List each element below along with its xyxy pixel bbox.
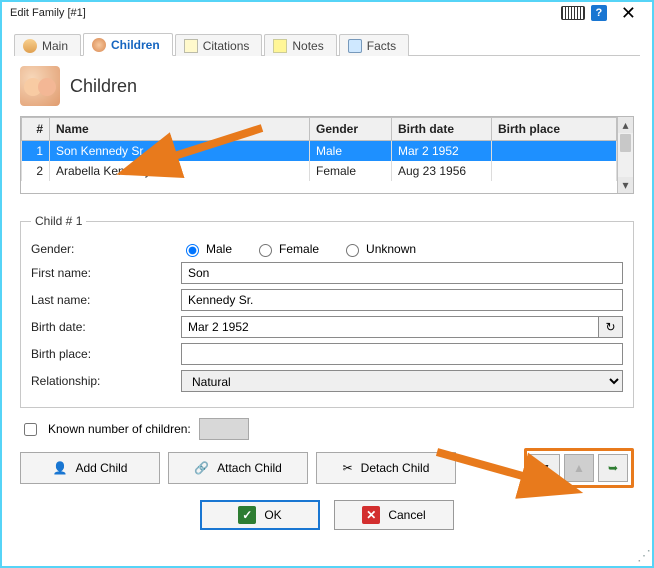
chevron-up-icon: ▲ — [573, 461, 585, 475]
birth-date-field[interactable] — [181, 316, 599, 338]
attach-child-label: Attach Child — [217, 461, 282, 475]
cell-gender: Female — [310, 161, 392, 181]
col-birth-place[interactable]: Birth place — [492, 118, 617, 141]
tab-bar: Main Children Citations Notes Facts — [14, 30, 640, 56]
radio-female-input[interactable] — [259, 244, 272, 257]
col-num[interactable]: # — [22, 118, 50, 141]
page-title: Children — [70, 76, 137, 97]
window-title: Edit Family [#1] — [10, 7, 561, 19]
date-repeat-button[interactable]: ↻ — [599, 316, 623, 338]
tab-children-label: Children — [111, 38, 160, 52]
detail-legend: Child # 1 — [31, 214, 86, 228]
tab-facts-label: Facts — [367, 39, 396, 53]
known-children-label: Known number of children: — [48, 422, 191, 436]
tab-notes-label: Notes — [292, 39, 323, 53]
cell-num: 2 — [22, 161, 50, 181]
tab-facts[interactable]: Facts — [339, 34, 409, 56]
cell-birth-place — [492, 141, 617, 162]
cell-birth-date: Mar 2 1952 — [392, 141, 492, 162]
label-gender: Gender: — [31, 242, 181, 256]
radio-male[interactable]: Male — [181, 241, 232, 257]
check-icon: ✓ — [238, 506, 256, 524]
children-avatar-icon — [20, 66, 60, 106]
radio-male-input[interactable] — [186, 244, 199, 257]
close-icon[interactable]: ✕ — [613, 3, 644, 24]
x-icon: ✕ — [362, 506, 380, 524]
cancel-button[interactable]: ✕ Cancel — [334, 500, 454, 530]
keyboard-icon[interactable] — [561, 6, 585, 20]
grid-scrollbar[interactable]: ▴ ▾ — [617, 117, 633, 193]
radio-unknown-input[interactable] — [346, 244, 359, 257]
attach-child-button[interactable]: 🔗 Attach Child — [168, 452, 308, 484]
col-name[interactable]: Name — [50, 118, 310, 141]
label-birth-place: Birth place: — [31, 347, 181, 361]
tab-citations-label: Citations — [203, 39, 250, 53]
person-icon — [23, 39, 37, 53]
titlebar: Edit Family [#1] ? ✕ — [2, 2, 652, 24]
col-gender[interactable]: Gender — [310, 118, 392, 141]
children-grid[interactable]: # Name Gender Birth date Birth place 1 S… — [20, 116, 634, 194]
cell-birth-date: Aug 23 1956 — [392, 161, 492, 181]
scroll-up-icon[interactable]: ▴ — [618, 117, 633, 133]
col-birth-date[interactable]: Birth date — [392, 118, 492, 141]
known-children-count[interactable] — [199, 418, 249, 440]
add-child-label: Add Child — [75, 461, 127, 475]
add-person-icon: 👤 — [53, 461, 68, 475]
tab-main[interactable]: Main — [14, 34, 81, 56]
birth-place-field[interactable] — [181, 343, 623, 365]
tab-children[interactable]: Children — [83, 33, 173, 56]
label-birth-date: Birth date: — [31, 320, 181, 334]
reorder-group: ▼ ▲ ➥ — [524, 448, 634, 488]
label-last-name: Last name: — [31, 293, 181, 307]
citation-icon — [184, 39, 198, 53]
scroll-thumb[interactable] — [620, 134, 631, 152]
children-icon — [92, 38, 106, 52]
ok-label: OK — [264, 508, 281, 522]
goto-button[interactable]: ➥ — [598, 454, 628, 482]
repeat-icon: ↻ — [605, 320, 615, 334]
ok-button[interactable]: ✓ OK — [200, 500, 320, 530]
cancel-label: Cancel — [388, 508, 425, 522]
add-child-button[interactable]: 👤 Add Child — [20, 452, 160, 484]
radio-female[interactable]: Female — [254, 241, 319, 257]
known-children-checkbox[interactable] — [24, 423, 37, 436]
goto-icon: ➥ — [608, 461, 618, 475]
cell-name: Arabella Kennedy — [50, 161, 310, 181]
detach-child-label: Detach Child — [361, 461, 430, 475]
unlink-icon: ✂ — [343, 461, 353, 475]
label-first-name: First name: — [31, 266, 181, 280]
radio-unknown[interactable]: Unknown — [341, 241, 416, 257]
help-icon[interactable]: ? — [591, 5, 607, 21]
chevron-down-icon: ▼ — [539, 461, 551, 475]
move-down-button[interactable]: ▼ — [530, 454, 560, 482]
cell-num: 1 — [22, 141, 50, 162]
tab-citations[interactable]: Citations — [175, 34, 263, 56]
label-relationship: Relationship: — [31, 374, 181, 388]
link-icon: 🔗 — [194, 461, 209, 475]
tab-main-label: Main — [42, 39, 68, 53]
notes-icon — [273, 39, 287, 53]
detach-child-button[interactable]: ✂ Detach Child — [316, 452, 456, 484]
move-up-button[interactable]: ▲ — [564, 454, 594, 482]
scroll-down-icon[interactable]: ▾ — [618, 177, 633, 193]
radio-unknown-label: Unknown — [366, 242, 416, 256]
last-name-field[interactable] — [181, 289, 623, 311]
cell-gender: Male — [310, 141, 392, 162]
table-row[interactable]: 2 Arabella Kennedy Female Aug 23 1956 — [22, 161, 617, 181]
first-name-field[interactable] — [181, 262, 623, 284]
cell-birth-place — [492, 161, 617, 181]
table-row[interactable]: 1 Son Kennedy Sr. Male Mar 2 1952 — [22, 141, 617, 162]
edit-family-window: Edit Family [#1] ? ✕ Main Children Citat… — [0, 0, 654, 568]
tab-notes[interactable]: Notes — [264, 34, 336, 56]
resize-grip-icon[interactable]: ⋰ — [637, 547, 648, 564]
radio-male-label: Male — [206, 242, 232, 256]
facts-icon — [348, 39, 362, 53]
radio-female-label: Female — [279, 242, 319, 256]
cell-name: Son Kennedy Sr. — [50, 141, 310, 162]
child-detail-group: Child # 1 Gender: Male Female Unknown Fi… — [20, 214, 634, 408]
relationship-select[interactable]: Natural — [181, 370, 623, 392]
